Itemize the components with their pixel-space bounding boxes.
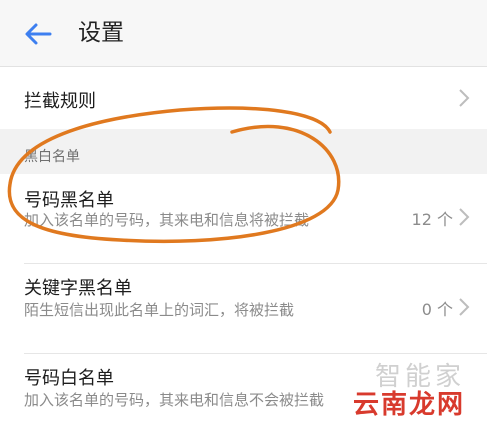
blacklist-section: 黑白名单 [0, 129, 487, 174]
number-blacklist-count: 12 个 [411, 210, 453, 229]
number-blacklist-desc: 加入该名单的号码，其来电和信息将被拦截 [24, 211, 310, 229]
number-whitelist-desc: 加入该名单的号码，其来电和信息不会被拦截 [24, 391, 325, 409]
chevron-right-icon [459, 298, 470, 316]
number-blacklist-row[interactable]: 号码黑名单 加入该名单的号码，其来电和信息将被拦截 12 个 [0, 174, 487, 264]
intercept-rules-row[interactable]: 拦截规则 [0, 67, 487, 129]
number-whitelist-title: 号码白名单 [24, 368, 114, 389]
chevron-right-icon [459, 208, 470, 226]
keyword-blacklist-desc: 陌生短信出现此名单上的词汇，将被拦截 [24, 301, 295, 319]
keyword-blacklist-count: 0 个 [421, 300, 453, 319]
watermark-logo: 云南龙网 [352, 390, 465, 420]
keyword-blacklist-title: 关键字黑名单 [24, 278, 132, 299]
number-blacklist-title: 号码黑名单 [24, 190, 114, 211]
keyword-blacklist-row[interactable]: 关键字黑名单 陌生短信出现此名单上的词汇，将被拦截 0 个 [0, 264, 487, 354]
arrow-left-icon[interactable] [20, 16, 56, 52]
intercept-rules-label: 拦截规则 [24, 91, 96, 112]
page-title: 设置 [78, 20, 124, 46]
chevron-right-icon [459, 89, 470, 107]
app-header: 设置 [0, 0, 487, 67]
section-header: 黑白名单 [24, 149, 80, 165]
